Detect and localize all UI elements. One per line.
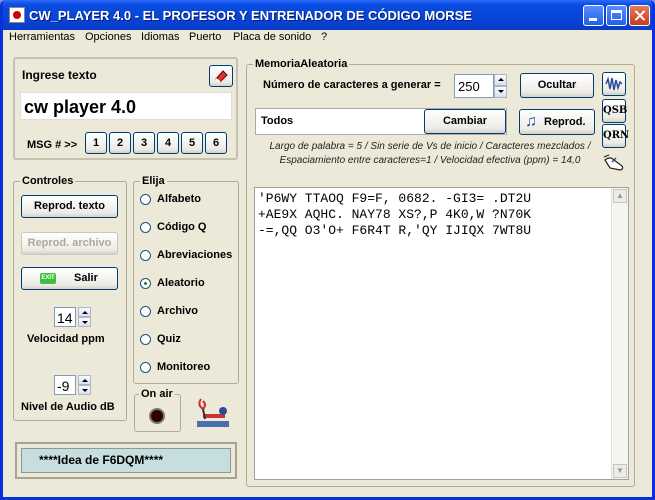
- generated-line: 'P6WY TTAOQ F9=F, 0682. -GI3= .DT2U: [258, 191, 532, 206]
- radio-aleatorio[interactable]: [140, 278, 151, 289]
- radio-archivo[interactable]: [140, 306, 151, 317]
- input-panel-title: Ingrese texto: [22, 68, 97, 82]
- speed-down-button[interactable]: [78, 317, 91, 327]
- generated-text-area[interactable]: 'P6WY TTAOQ F9=F, 0682. -GI3= .DT2U +AE9…: [254, 187, 629, 480]
- exit-label: Salir: [74, 272, 98, 284]
- qrn-button[interactable]: QRN: [602, 124, 629, 148]
- msg-button-5[interactable]: 5: [181, 132, 203, 154]
- radio-codigo-q[interactable]: [140, 222, 151, 233]
- menu-opciones[interactable]: Opciones: [85, 31, 131, 43]
- msg-button-4[interactable]: 4: [157, 132, 179, 154]
- play-text-button[interactable]: Reprod. texto: [21, 195, 118, 218]
- menu-bar: Herramientas Opciones Idiomas Puerto Pla…: [3, 30, 652, 47]
- change-button[interactable]: Cambiar: [424, 109, 506, 134]
- generated-line: +AE9X AQHC. NAY78 XS?,P 4K0,W ?N70K: [258, 207, 532, 222]
- count-value: 250: [458, 79, 480, 94]
- menu-idiomas[interactable]: Idiomas: [141, 31, 180, 43]
- window-title: CW_PLAYER 4.0 - EL PROFESOR Y ENTRENADOR…: [29, 8, 473, 23]
- audio-up-button[interactable]: [78, 375, 91, 385]
- controls-group: Controles Reprod. texto Reprod. archivo …: [13, 175, 127, 421]
- play-file-button[interactable]: Reprod. archivo: [21, 232, 118, 255]
- msg-button-6[interactable]: 6: [205, 132, 227, 154]
- minimize-button[interactable]: [583, 5, 604, 26]
- exit-button[interactable]: EXIT Salir: [21, 267, 118, 290]
- credit-text: ****Idea de F6DQM****: [21, 448, 231, 473]
- play-random-button[interactable]: ♫ Reprod.: [519, 109, 595, 135]
- radio-alfabeto[interactable]: [140, 194, 151, 205]
- charset-value: Todos: [261, 115, 294, 127]
- app-window: CW_PLAYER 4.0 - EL PROFESOR Y ENTRENADOR…: [0, 0, 655, 500]
- speed-label: Velocidad ppm: [27, 333, 105, 345]
- generated-line: -=,QQ O3'O+ F6R4T R,'QY IJIQX 7WT8U: [258, 223, 532, 238]
- msg-label: MSG # >>: [27, 139, 78, 151]
- radio-quiz[interactable]: [140, 334, 151, 345]
- clear-button[interactable]: [209, 65, 233, 87]
- speed-input[interactable]: 14: [54, 307, 76, 327]
- close-button[interactable]: [629, 5, 650, 26]
- on-air-label: On air: [139, 388, 175, 400]
- scroll-down-icon[interactable]: ▼: [613, 464, 627, 478]
- audio-level-value: -9: [57, 378, 70, 394]
- title-bar[interactable]: CW_PLAYER 4.0 - EL PROFESOR Y ENTRENADOR…: [3, 0, 652, 30]
- play-random-label: Reprod.: [544, 116, 586, 128]
- menu-puerto[interactable]: Puerto: [189, 31, 221, 43]
- mode-group: Elija Alfabeto Código Q Abreviaciones Al…: [133, 175, 239, 384]
- music-note-icon: ♫: [525, 113, 537, 130]
- input-panel: Ingrese texto cw player 4.0 MSG # >> 1 2…: [13, 57, 238, 160]
- menu-placa-de-sonido[interactable]: Placa de sonido: [233, 31, 311, 43]
- on-air-led-icon: [149, 408, 165, 424]
- exit-icon: EXIT: [40, 273, 56, 284]
- speed-up-button[interactable]: [78, 307, 91, 317]
- random-memory-title: MemoriaAleatoria: [253, 58, 350, 70]
- mode-title: Elija: [140, 175, 167, 187]
- msg-button-1[interactable]: 1: [85, 132, 107, 154]
- on-air-group: On air: [134, 388, 181, 432]
- hand-edit-button[interactable]: [602, 152, 626, 176]
- qsb-button[interactable]: QSB: [602, 99, 627, 123]
- speed-value: 14: [57, 310, 73, 326]
- count-up-button[interactable]: [494, 74, 507, 86]
- msg-button-2[interactable]: 2: [109, 132, 131, 154]
- settings-info: Largo de palabra = 5 / Sin serie de Vs d…: [269, 141, 591, 166]
- menu-herramientas[interactable]: Herramientas: [9, 31, 75, 43]
- radio-monitoreo[interactable]: [140, 362, 151, 373]
- hide-button[interactable]: Ocultar: [520, 73, 594, 98]
- morse-key-icon: [197, 398, 229, 427]
- count-label: Número de caracteres a generar =: [263, 79, 441, 91]
- audio-label: Nivel de Audio dB: [21, 401, 115, 413]
- audio-down-button[interactable]: [78, 385, 91, 395]
- app-icon: [9, 7, 25, 23]
- count-input[interactable]: 250: [454, 74, 494, 98]
- scroll-up-icon[interactable]: ▲: [613, 189, 627, 203]
- msg-button-3[interactable]: 3: [133, 132, 155, 154]
- generated-text: 'P6WY TTAOQ F9=F, 0682. -GI3= .DT2U +AE9…: [258, 191, 531, 239]
- menu-help[interactable]: ?: [321, 31, 327, 43]
- waveform-button[interactable]: [602, 72, 626, 96]
- text-input-value: cw player 4.0: [24, 97, 137, 117]
- random-memory-group: MemoriaAleatoria Número de caracteres a …: [246, 58, 635, 487]
- credit-panel: ****Idea de F6DQM****: [15, 442, 237, 479]
- controls-title: Controles: [20, 175, 76, 187]
- count-down-button[interactable]: [494, 86, 507, 98]
- hand-pencil-icon: [603, 154, 624, 171]
- text-input[interactable]: cw player 4.0: [20, 92, 232, 120]
- maximize-button[interactable]: [606, 5, 627, 26]
- vertical-scrollbar[interactable]: ▲ ▼: [611, 188, 628, 479]
- waveform-icon: [605, 76, 623, 91]
- eraser-icon: [215, 70, 228, 83]
- radio-abreviaciones[interactable]: [140, 250, 151, 261]
- audio-level-input[interactable]: -9: [54, 375, 76, 395]
